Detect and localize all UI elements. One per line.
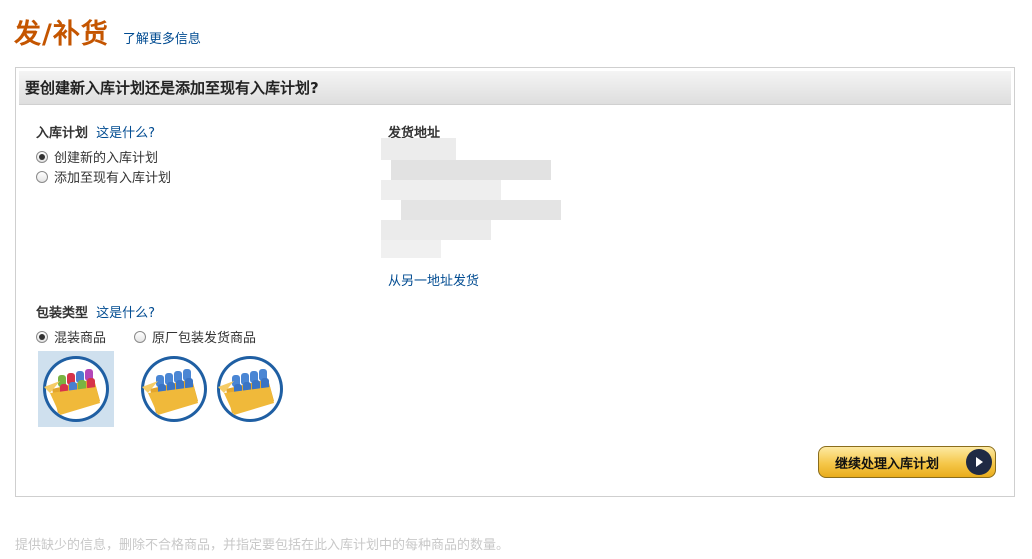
radio-add-existing-plan[interactable]: 添加至现有入库计划 [36,167,171,186]
panel-title: 要创建新入库计划还是添加至现有入库计划? [25,79,319,97]
case-pack-box-icon[interactable] [212,351,288,427]
ship-from-another-address-link[interactable]: 从另一地址发货 [388,270,479,289]
radio-button[interactable] [134,330,146,343]
panel-header: 要创建新入库计划还是添加至现有入库计划? [19,71,1011,105]
radio-case-packed-products[interactable]: 原厂包装发货商品 [134,327,256,346]
mixed-box-icon[interactable] [38,351,114,427]
radio-button[interactable] [36,170,48,183]
radio-button[interactable] [36,330,48,343]
inbound-plan-label-row: 入库计划 这是什么? [36,122,155,141]
radio-label: 创建新的入库计划 [54,151,159,166]
inbound-plan-help-link[interactable]: 这是什么? [96,126,155,141]
radio-button[interactable] [36,150,48,163]
radio-label: 混装商品 [54,331,107,346]
page-header: 发/补货 了解更多信息 [14,12,201,51]
radio-mixed-products[interactable]: 混装商品 [36,327,106,346]
packing-type-label-row: 包装类型 这是什么? [36,302,155,321]
radio-label: 添加至现有入库计划 [54,171,172,186]
radio-label: 原厂包装发货商品 [152,331,257,346]
inbound-plan-label: 入库计划 [36,126,89,141]
case-pack-box-icon[interactable] [136,351,212,427]
learn-more-link[interactable]: 了解更多信息 [123,28,201,47]
footer-note: 提供缺少的信息，删除不合格商品，并指定要包括在此入库计划中的每种商品的数量。 [15,538,510,553]
packing-type-label: 包装类型 [36,306,89,321]
page-title: 发/补货 [14,19,109,50]
address-blurred [381,138,561,258]
continue-button-label: 继续处理入库计划 [835,456,940,472]
arrow-right-icon [966,449,992,475]
packing-type-help-link[interactable]: 这是什么? [96,306,155,321]
inbound-plan-panel: 要创建新入库计划还是添加至现有入库计划? 入库计划 这是什么? 创建新的入库计划… [15,67,1015,497]
radio-create-new-plan[interactable]: 创建新的入库计划 [36,147,158,166]
continue-inbound-plan-button[interactable]: 继续处理入库计划 [818,446,996,478]
